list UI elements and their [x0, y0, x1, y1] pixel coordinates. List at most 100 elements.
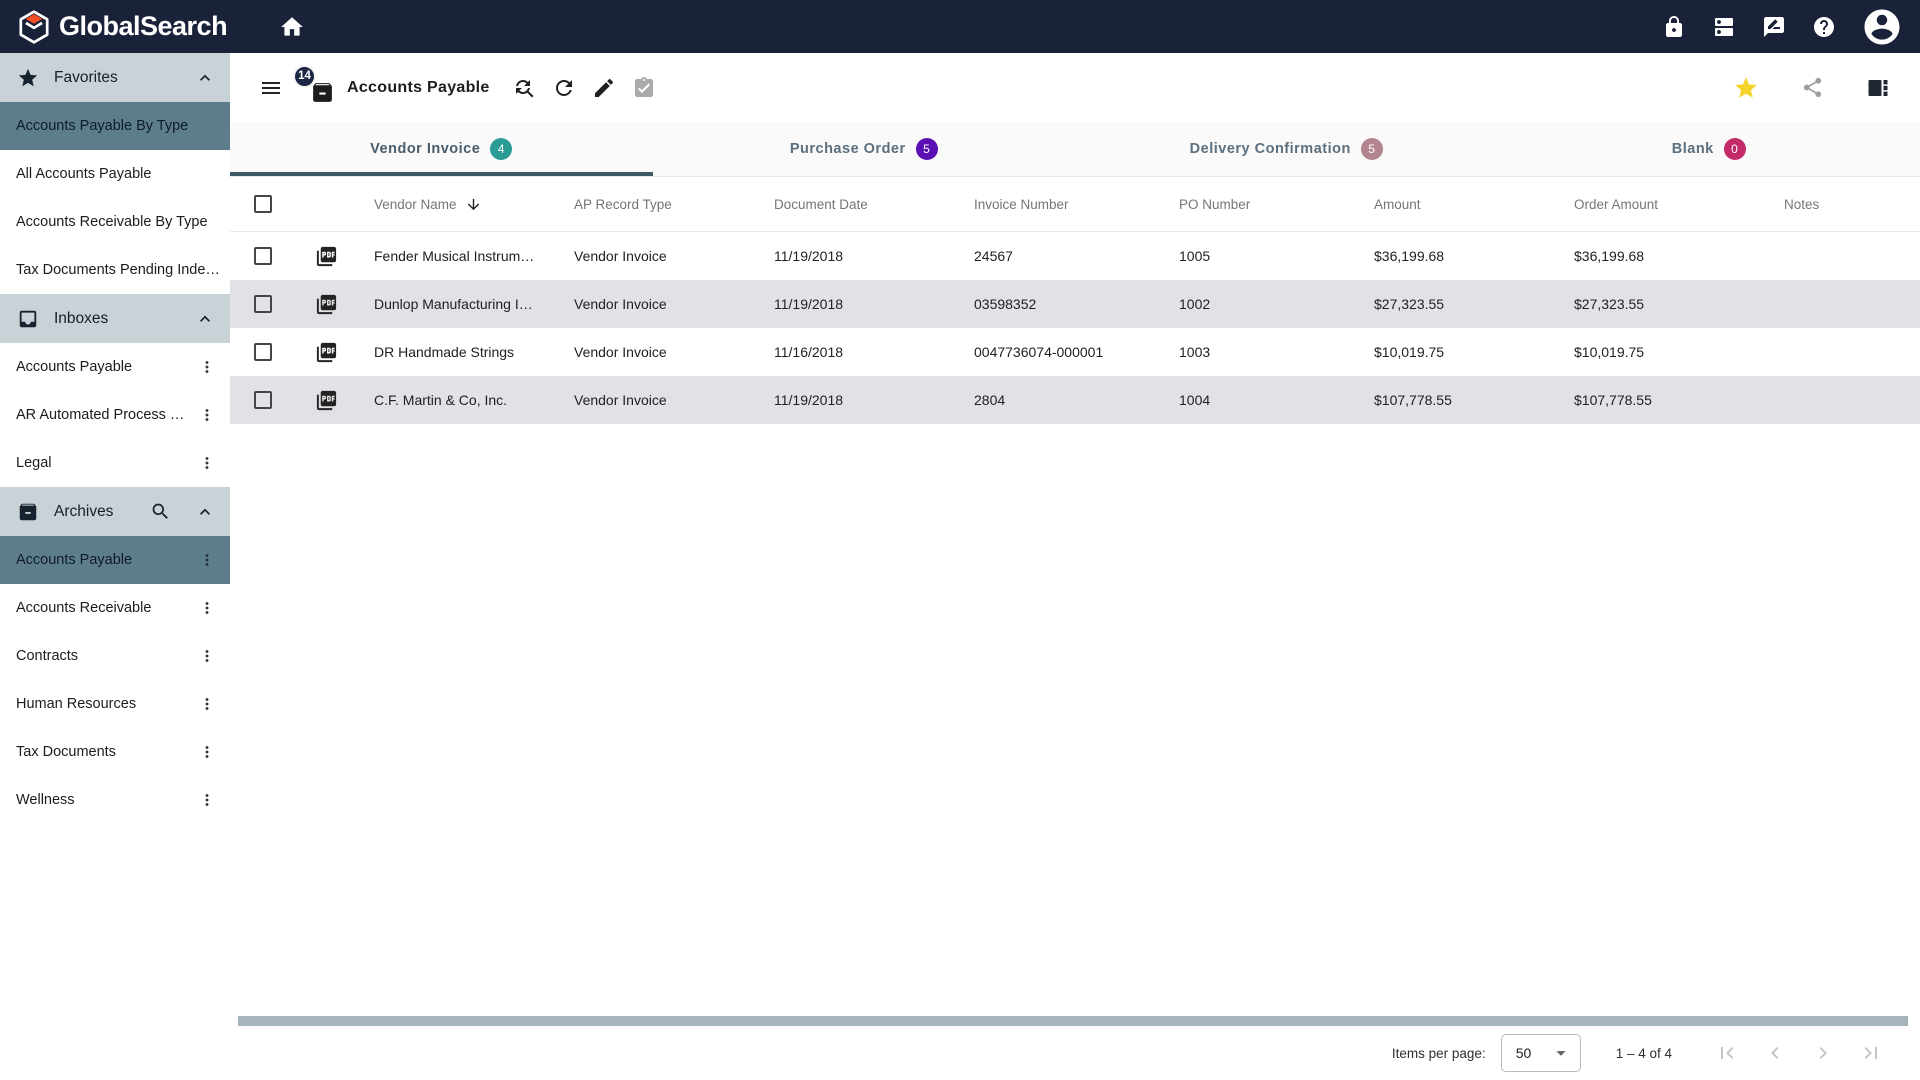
user-avatar-button[interactable]: [1861, 6, 1903, 48]
row-checkbox[interactable]: [254, 295, 272, 313]
table-row[interactable]: C.F. Martin & Co, Inc. Vendor Invoice 11…: [230, 376, 1920, 424]
tab-delivery-confirmation[interactable]: Delivery Confirmation 5: [1075, 122, 1498, 176]
row-checkbox[interactable]: [254, 343, 272, 361]
refresh-button[interactable]: [544, 68, 584, 108]
cell-amount: $36,199.68: [1360, 248, 1560, 264]
chevron-up-icon[interactable]: [195, 502, 215, 522]
archives-section-header[interactable]: Archives: [0, 487, 230, 536]
help-button[interactable]: [1811, 14, 1837, 40]
sidebar-item-accounts-payable-by-type[interactable]: Accounts Payable By Type: [0, 102, 230, 150]
archive-item-contracts[interactable]: Contracts: [0, 632, 230, 680]
pdf-document-button[interactable]: [300, 293, 360, 316]
chevron-up-icon[interactable]: [195, 309, 215, 329]
select-all-checkbox[interactable]: [254, 195, 272, 213]
cell-po-number: 1002: [1165, 296, 1360, 312]
lock-button[interactable]: [1661, 14, 1687, 40]
search-icon[interactable]: [150, 501, 171, 522]
pdf-icon: [315, 341, 338, 364]
document-count-badge: 14: [293, 65, 316, 88]
cell-document-date: 11/19/2018: [760, 392, 960, 408]
empty-table-area: [230, 424, 1920, 1016]
column-header-notes[interactable]: Notes: [1770, 197, 1920, 212]
sidebar-item-tax-documents-pending[interactable]: Tax Documents Pending Inde…: [0, 246, 230, 294]
page-range-label: 1 – 4 of 4: [1616, 1046, 1672, 1061]
archive-item-accounts-payable[interactable]: Accounts Payable: [0, 536, 230, 584]
more-vert-icon[interactable]: [190, 398, 224, 432]
cell-po-number: 1003: [1165, 344, 1360, 360]
lock-icon: [1662, 15, 1686, 39]
chevron-up-icon[interactable]: [195, 68, 215, 88]
help-icon: [1812, 15, 1836, 39]
sidebar-item-accounts-receivable-by-type[interactable]: Accounts Receivable By Type: [0, 198, 230, 246]
archive-item-human-resources[interactable]: Human Resources: [0, 680, 230, 728]
inbox-item-legal[interactable]: Legal: [0, 439, 230, 487]
tab-purchase-order[interactable]: Purchase Order 5: [653, 122, 1076, 176]
tab-count-badge: 5: [916, 138, 938, 160]
chevron-right-icon: [1811, 1041, 1835, 1065]
more-vert-icon[interactable]: [190, 543, 224, 577]
column-header-amount[interactable]: Amount: [1360, 197, 1560, 212]
more-vert-icon[interactable]: [190, 639, 224, 673]
column-header-order-amount[interactable]: Order Amount: [1560, 197, 1770, 212]
dns-button[interactable]: [1711, 14, 1737, 40]
column-header-vendor-name[interactable]: Vendor Name: [360, 196, 560, 213]
previous-page-button[interactable]: [1762, 1040, 1788, 1066]
inbox-item-ar-automated-process[interactable]: AR Automated Process …: [0, 391, 230, 439]
archive-document-indicator: 14: [299, 69, 335, 107]
view-panel-button[interactable]: [1858, 68, 1898, 108]
more-vert-icon[interactable]: [190, 350, 224, 384]
column-header-invoice-number[interactable]: Invoice Number: [960, 197, 1165, 212]
more-vert-icon[interactable]: [190, 783, 224, 817]
tab-vendor-invoice[interactable]: Vendor Invoice 4: [230, 122, 653, 176]
tab-count-badge: 4: [490, 138, 512, 160]
cell-vendor-name: DR Handmade Strings: [360, 344, 560, 360]
horizontal-scrollbar: [230, 1016, 1920, 1026]
pdf-document-button[interactable]: [300, 389, 360, 412]
pdf-document-button[interactable]: [300, 341, 360, 364]
menu-button[interactable]: [251, 68, 291, 108]
inboxes-section-header[interactable]: Inboxes: [0, 294, 230, 343]
favorite-button[interactable]: [1726, 68, 1766, 108]
more-vert-icon[interactable]: [190, 735, 224, 769]
table-row[interactable]: DR Handmade Strings Vendor Invoice 11/16…: [230, 328, 1920, 376]
pagination-bar: Items per page: 50 1 – 4 of 4: [230, 1026, 1920, 1080]
archive-item-accounts-receivable[interactable]: Accounts Receivable: [0, 584, 230, 632]
last-page-button[interactable]: [1858, 1040, 1884, 1066]
share-button[interactable]: [1792, 68, 1832, 108]
horizontal-scrollbar-thumb[interactable]: [238, 1016, 1908, 1026]
share-icon: [1801, 76, 1824, 99]
home-button[interactable]: [279, 14, 305, 40]
items-per-page-select[interactable]: 50: [1501, 1034, 1581, 1072]
archives-section-title: Archives: [54, 503, 135, 521]
brand: GlobalSearch: [16, 9, 227, 45]
next-page-button[interactable]: [1810, 1040, 1836, 1066]
first-page-button[interactable]: [1714, 1040, 1740, 1066]
sort-desc-arrow-icon[interactable]: [465, 196, 482, 213]
page-title: Accounts Payable: [347, 79, 490, 97]
view-sidebar-icon: [1866, 76, 1890, 100]
sidebar-item-all-accounts-payable[interactable]: All Accounts Payable: [0, 150, 230, 198]
cell-invoice-number: 0047736074-000001: [960, 344, 1165, 360]
table-row[interactable]: Fender Musical Instrum… Vendor Invoice 1…: [230, 232, 1920, 280]
rerun-search-button[interactable]: [504, 68, 544, 108]
table-row[interactable]: Dunlop Manufacturing I… Vendor Invoice 1…: [230, 280, 1920, 328]
edit-button[interactable]: [584, 68, 624, 108]
feedback-button[interactable]: [1761, 14, 1787, 40]
column-header-document-date[interactable]: Document Date: [760, 197, 960, 212]
archive-item-wellness[interactable]: Wellness: [0, 776, 230, 824]
row-checkbox[interactable]: [254, 391, 272, 409]
archive-item-tax-documents[interactable]: Tax Documents: [0, 728, 230, 776]
hamburger-icon: [259, 76, 283, 100]
more-vert-icon[interactable]: [190, 446, 224, 480]
favorites-section-header[interactable]: Favorites: [0, 53, 230, 102]
navbar-actions: [1661, 6, 1903, 48]
column-header-ap-record-type[interactable]: AP Record Type: [560, 197, 760, 212]
inbox-item-accounts-payable[interactable]: Accounts Payable: [0, 343, 230, 391]
pdf-document-button[interactable]: [300, 245, 360, 268]
more-vert-icon[interactable]: [190, 687, 224, 721]
tab-blank[interactable]: Blank 0: [1498, 122, 1920, 176]
pdf-icon: [315, 389, 338, 412]
more-vert-icon[interactable]: [190, 591, 224, 625]
row-checkbox[interactable]: [254, 247, 272, 265]
column-header-po-number[interactable]: PO Number: [1165, 197, 1360, 212]
